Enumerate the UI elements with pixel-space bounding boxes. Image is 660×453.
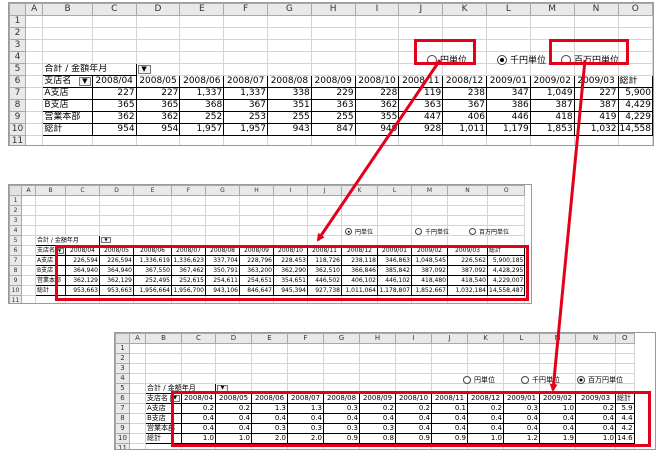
- arrow-to-yen-sheet: [316, 59, 442, 242]
- arrow-to-million-sheet: [549, 59, 587, 392]
- annotation-arrows: [316, 59, 587, 392]
